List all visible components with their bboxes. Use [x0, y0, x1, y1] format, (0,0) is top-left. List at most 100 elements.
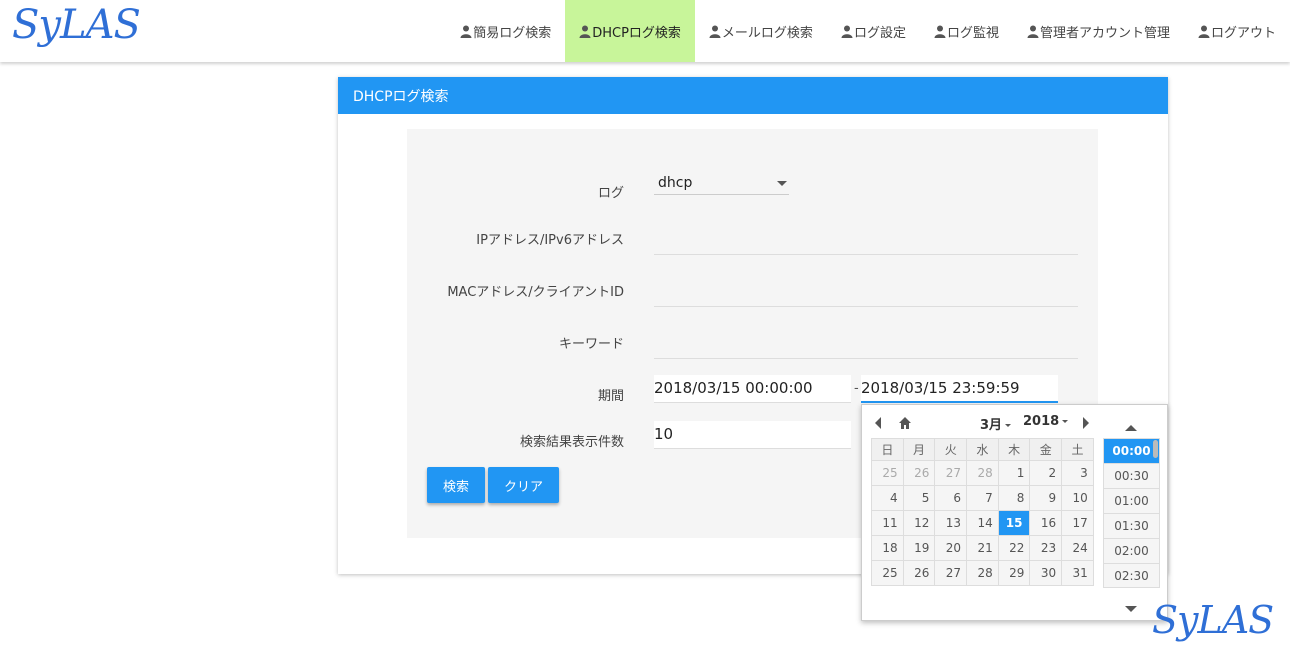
time-option[interactable]: 00:30 [1104, 464, 1159, 489]
weekday-header: 金 [1029, 438, 1063, 461]
calendar-day[interactable]: 18 [871, 535, 904, 561]
month-select[interactable]: 3月 [980, 414, 1012, 433]
time-scroll-down-icon[interactable] [1124, 598, 1138, 617]
nav-item-label: ログ監視 [946, 25, 999, 41]
time-list-scrollbar[interactable] [1153, 440, 1158, 458]
weekday-header: 水 [966, 438, 999, 461]
calendar-day[interactable]: 12 [902, 510, 936, 536]
home-icon[interactable] [898, 415, 912, 434]
nav-item-log-settings[interactable]: ログ設定 [827, 0, 920, 62]
calendar-day[interactable]: 2 [1029, 460, 1063, 486]
log-select[interactable]: dhcp [654, 173, 789, 195]
calendar-day[interactable]: 14 [966, 510, 999, 536]
prev-month-icon[interactable] [874, 415, 882, 434]
calendar-day[interactable]: 29 [997, 560, 1031, 586]
nav-item-dhcp-log-search[interactable]: DHCPログ検索 [565, 0, 695, 62]
calendar-day[interactable]: 15 [997, 510, 1031, 536]
calendar-day[interactable]: 3 [1061, 460, 1094, 486]
calendar-day[interactable]: 7 [966, 485, 999, 511]
keyword-input[interactable] [654, 331, 1078, 359]
calendar-day[interactable]: 27 [934, 460, 968, 486]
nav-item-label: DHCPログ検索 [592, 25, 681, 41]
nav-item-log-monitor[interactable]: ログ監視 [920, 0, 1013, 62]
calendar-day[interactable]: 28 [966, 560, 999, 586]
weekday-header: 火 [934, 438, 968, 461]
user-icon [1198, 25, 1210, 38]
nav-item-label: 簡易ログ検索 [473, 25, 552, 41]
user-icon [1027, 25, 1039, 38]
calendar-day[interactable]: 4 [871, 485, 904, 511]
year-select[interactable]: 2018 [1023, 414, 1069, 429]
calendar-day[interactable]: 16 [1029, 510, 1063, 536]
time-option[interactable]: 01:00 [1104, 489, 1159, 514]
ip-input[interactable] [654, 227, 1078, 255]
calendar-day[interactable]: 10 [1061, 485, 1094, 511]
calendar-day[interactable]: 28 [966, 460, 999, 486]
chevron-down-icon [777, 181, 787, 186]
search-button[interactable]: 検索 [427, 467, 485, 503]
log-label: ログ [597, 186, 624, 201]
panel-title: DHCPログ検索 [338, 77, 1168, 114]
datetime-picker: 3月 2018 日月火水木金土 25 26 27 28 1 2 3 4 5 6 7 8 9 10 11 12 1… [861, 404, 1168, 621]
calendar-day[interactable]: 31 [1061, 560, 1094, 586]
calendar-day[interactable]: 13 [934, 510, 968, 536]
count-input[interactable]: 10 [654, 421, 851, 449]
sylas-logo[interactable]: SyLAS [12, 2, 141, 48]
calendar-day[interactable]: 17 [1061, 510, 1094, 536]
nav-item-label: メールログ検索 [721, 25, 813, 41]
nav-item-admin-account[interactable]: 管理者アカウント管理 [1013, 0, 1184, 62]
calendar-grid: 日月火水木金土 25 26 27 28 1 2 3 4 5 6 7 8 9 10 11 12 13 14 15 16 1… [871, 438, 1094, 586]
weekday-header: 木 [997, 438, 1031, 461]
nav-item-label: ログ設定 [853, 25, 906, 41]
user-icon [709, 25, 721, 38]
weekday-header: 日 [871, 438, 904, 461]
time-option[interactable]: 02:00 [1104, 539, 1159, 564]
time-option[interactable]: 02:30 [1104, 564, 1159, 587]
time-option[interactable]: 01:30 [1104, 514, 1159, 539]
calendar-day[interactable]: 27 [934, 560, 968, 586]
calendar-day[interactable]: 5 [902, 485, 936, 511]
user-icon [934, 25, 946, 38]
period-to-input[interactable]: 2018/03/15 23:59:59 [861, 375, 1058, 403]
time-option[interactable]: 00:00 [1104, 439, 1159, 464]
weekday-header: 月 [902, 438, 936, 461]
user-icon [841, 25, 853, 38]
calendar-day[interactable]: 6 [934, 485, 968, 511]
period-separator: - [854, 381, 859, 396]
user-icon [460, 25, 472, 38]
nav-item-label: 管理者アカウント管理 [1039, 25, 1170, 41]
count-label: 検索結果表示件数 [519, 435, 624, 450]
mac-label: MACアドレス/クライアントID [447, 285, 624, 300]
next-month-icon[interactable] [1082, 415, 1090, 434]
calendar-day[interactable]: 25 [871, 460, 904, 486]
calendar-day[interactable]: 11 [871, 510, 904, 536]
calendar-day[interactable]: 22 [997, 535, 1031, 561]
calendar-day[interactable]: 26 [902, 460, 936, 486]
weekday-header: 土 [1061, 438, 1094, 461]
month-label: 3月 [980, 418, 1003, 433]
nav-item-label: ログアウト [1210, 25, 1276, 41]
top-header: SyLAS 簡易ログ検索 DHCPログ検索 メールログ検索 ログ設定 ログ監視 管理者アカ… [0, 0, 1290, 62]
calendar-day[interactable]: 26 [902, 560, 936, 586]
mac-input[interactable] [654, 279, 1078, 307]
calendar-day[interactable]: 9 [1029, 485, 1063, 511]
year-label: 2018 [1023, 414, 1060, 429]
time-scroll-up-icon[interactable] [1124, 417, 1138, 436]
calendar-day[interactable]: 19 [902, 535, 936, 561]
nav-item-simple-log-search[interactable]: 簡易ログ検索 [446, 0, 565, 62]
calendar-day[interactable]: 8 [997, 485, 1031, 511]
time-list: 00:00 00:30 01:00 01:30 02:00 02:30 [1103, 438, 1160, 588]
nav-item-mail-log-search[interactable]: メールログ検索 [695, 0, 827, 62]
calendar-day[interactable]: 23 [1029, 535, 1063, 561]
calendar-day[interactable]: 30 [1029, 560, 1063, 586]
calendar-day[interactable]: 20 [934, 535, 968, 561]
calendar-day[interactable]: 21 [966, 535, 999, 561]
calendar-day[interactable]: 25 [871, 560, 904, 586]
clear-button[interactable]: クリア [488, 467, 559, 503]
calendar-day[interactable]: 24 [1061, 535, 1094, 561]
ip-label: IPアドレス/IPv6アドレス [476, 233, 624, 248]
calendar-day[interactable]: 1 [997, 460, 1031, 486]
period-from-input[interactable]: 2018/03/15 00:00:00 [654, 375, 851, 403]
chevron-down-icon [1005, 424, 1012, 427]
nav-item-logout[interactable]: ログアウト [1184, 0, 1290, 62]
